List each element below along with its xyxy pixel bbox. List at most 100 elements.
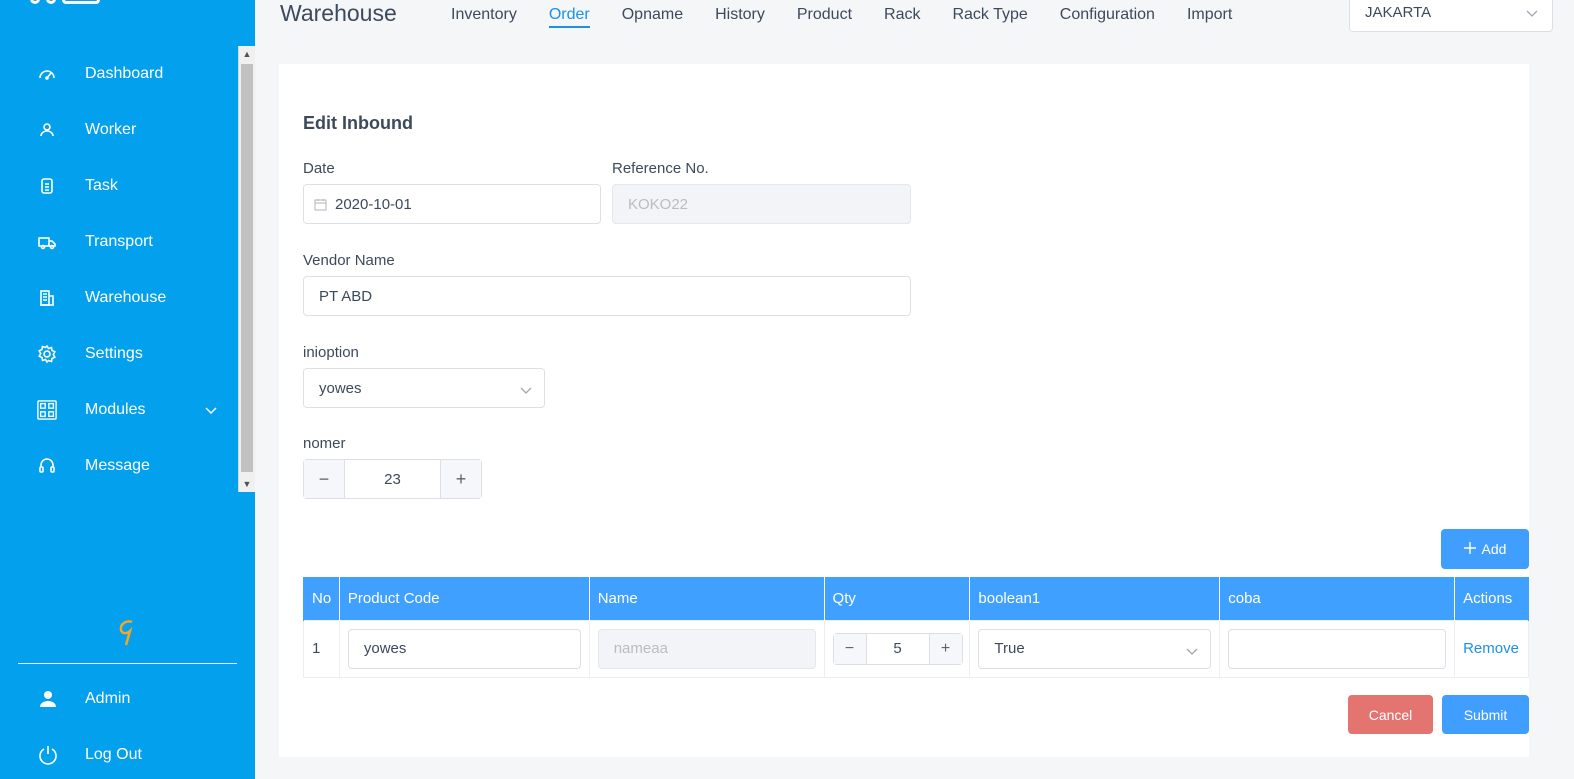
boolean1-cell: True: [969, 619, 1221, 678]
column-header: boolean1: [969, 577, 1221, 620]
scroll-up-arrow-icon[interactable]: ▲: [239, 46, 255, 62]
sidebar-item-label: Message: [85, 457, 150, 474]
submit-button[interactable]: Submit: [1442, 695, 1529, 734]
sidebar-item-label: Settings: [85, 345, 143, 362]
row-number: 1: [303, 619, 340, 678]
product-code-value: yowes: [363, 640, 407, 657]
tab-history[interactable]: History: [715, 4, 765, 28]
coba-cell: [1219, 619, 1456, 678]
inioption-select[interactable]: yowes: [303, 368, 545, 408]
chevron-down-icon: [205, 402, 217, 420]
tab-product[interactable]: Product: [797, 4, 852, 28]
reference-field: KOKO22: [612, 184, 911, 224]
qty-increment-button[interactable]: +: [928, 633, 962, 664]
page-title: Warehouse: [280, 0, 397, 26]
decrement-button[interactable]: −: [304, 460, 345, 498]
add-row-button[interactable]: Add: [1441, 529, 1529, 569]
column-header: No: [303, 577, 340, 620]
scroll-down-arrow-icon[interactable]: ▼: [239, 476, 255, 492]
modules-icon: [37, 400, 57, 420]
sidebar-nav: Dashboard Worker Task Transport Warehous…: [0, 46, 238, 492]
vendor-value: PT ABD: [319, 287, 373, 305]
date-label: Date: [303, 160, 335, 177]
tab-rack[interactable]: Rack: [884, 4, 920, 28]
column-header: coba: [1219, 577, 1456, 620]
qty-decrement-button[interactable]: −: [833, 633, 867, 664]
tab-import[interactable]: Import: [1187, 4, 1232, 28]
reference-value: KOKO22: [628, 195, 689, 213]
sidebar-divider: [18, 663, 237, 664]
date-picker[interactable]: 2020-10-01: [303, 184, 601, 224]
nomer-value[interactable]: 23: [345, 460, 440, 498]
calendar-icon: [314, 198, 327, 211]
cancel-button[interactable]: Cancel: [1348, 695, 1433, 734]
sidebar-item-modules[interactable]: Modules: [0, 382, 238, 438]
page-scrollbar[interactable]: [1555, 0, 1574, 779]
increment-button[interactable]: +: [440, 460, 481, 498]
sidebar-item-warehouse[interactable]: Warehouse: [0, 270, 238, 326]
coba-input[interactable]: [1228, 628, 1447, 669]
sidebar-item-transport[interactable]: Transport: [0, 214, 238, 270]
sidebar-item-label: Task: [85, 177, 118, 194]
truck-icon: [37, 232, 57, 252]
inioption-value: yowes: [319, 379, 362, 397]
sidebar-item-label: Modules: [85, 401, 146, 418]
power-icon: [37, 744, 59, 766]
location-value: JAKARTA: [1365, 3, 1432, 21]
column-header: Qty: [823, 577, 971, 620]
boolean1-value: True: [994, 640, 1025, 657]
sidebar-item-message[interactable]: Message: [0, 438, 238, 494]
admin-profile[interactable]: Admin: [0, 679, 255, 719]
sidebar-item-label: Warehouse: [85, 289, 167, 306]
remove-row-link[interactable]: Remove: [1463, 640, 1519, 657]
date-value: 2020-10-01: [335, 195, 412, 213]
admin-label: Admin: [85, 690, 131, 707]
gauge-icon: [37, 64, 57, 84]
tab-rack-type[interactable]: Rack Type: [952, 4, 1027, 28]
building-icon: [37, 288, 57, 308]
scrollbar-thumb[interactable]: [241, 64, 253, 472]
brand-mark-icon: [116, 618, 138, 648]
qty-cell: − 5 +: [823, 619, 971, 678]
products-table: No Product Code Name Qty boolean1 coba A…: [303, 577, 1529, 678]
product-code-input[interactable]: yowes: [347, 628, 581, 669]
chevron-down-icon: [520, 382, 532, 399]
tab-inventory[interactable]: Inventory: [451, 4, 517, 28]
sidebar-item-label: Dashboard: [85, 65, 164, 82]
sidebar-item-worker[interactable]: Worker: [0, 102, 238, 158]
actions-cell: Remove: [1454, 619, 1529, 678]
user-icon: [37, 688, 59, 710]
location-select[interactable]: JAKARTA: [1349, 0, 1553, 32]
app-logo: [30, 0, 100, 4]
column-header: Name: [588, 577, 825, 620]
chevron-down-icon: [1526, 5, 1538, 22]
nomer-stepper[interactable]: − 23 +: [303, 459, 482, 499]
column-header: Product Code: [338, 577, 590, 620]
tab-configuration[interactable]: Configuration: [1060, 4, 1155, 28]
sidebar-item-task[interactable]: Task: [0, 158, 238, 214]
column-header: Actions: [1454, 577, 1529, 620]
sidebar-item-dashboard[interactable]: Dashboard: [0, 46, 238, 102]
chevron-down-icon: [1186, 643, 1198, 660]
tab-opname[interactable]: Opname: [622, 4, 683, 28]
tab-order[interactable]: Order: [548, 4, 590, 28]
sidebar-item-label: Worker: [85, 121, 137, 138]
form-title: Edit Inbound: [303, 113, 413, 133]
top-tabs: Inventory Order Opname History Product R…: [451, 4, 1232, 28]
sidebar-item-label: Transport: [85, 233, 153, 250]
gear-icon: [37, 344, 57, 364]
qty-stepper[interactable]: − 5 +: [832, 632, 963, 665]
logout-button[interactable]: Log Out: [0, 735, 255, 775]
reference-label: Reference No.: [612, 160, 709, 177]
name-input: nameaa: [597, 628, 816, 669]
inbound-form-card: Edit Inbound Date 2020-10-01 Reference N…: [279, 64, 1529, 757]
sidebar-scrollbar[interactable]: ▲ ▼: [238, 46, 255, 492]
nomer-label: nomer: [303, 435, 346, 452]
qty-value[interactable]: 5: [867, 634, 929, 664]
boolean1-select[interactable]: True: [978, 628, 1212, 669]
sidebar-item-settings[interactable]: Settings: [0, 326, 238, 382]
table-header-row: No Product Code Name Qty boolean1 coba A…: [303, 577, 1529, 620]
product-code-cell: yowes: [338, 619, 590, 678]
inioption-label: inioption: [303, 344, 359, 361]
vendor-name-field[interactable]: PT ABD: [303, 276, 911, 316]
